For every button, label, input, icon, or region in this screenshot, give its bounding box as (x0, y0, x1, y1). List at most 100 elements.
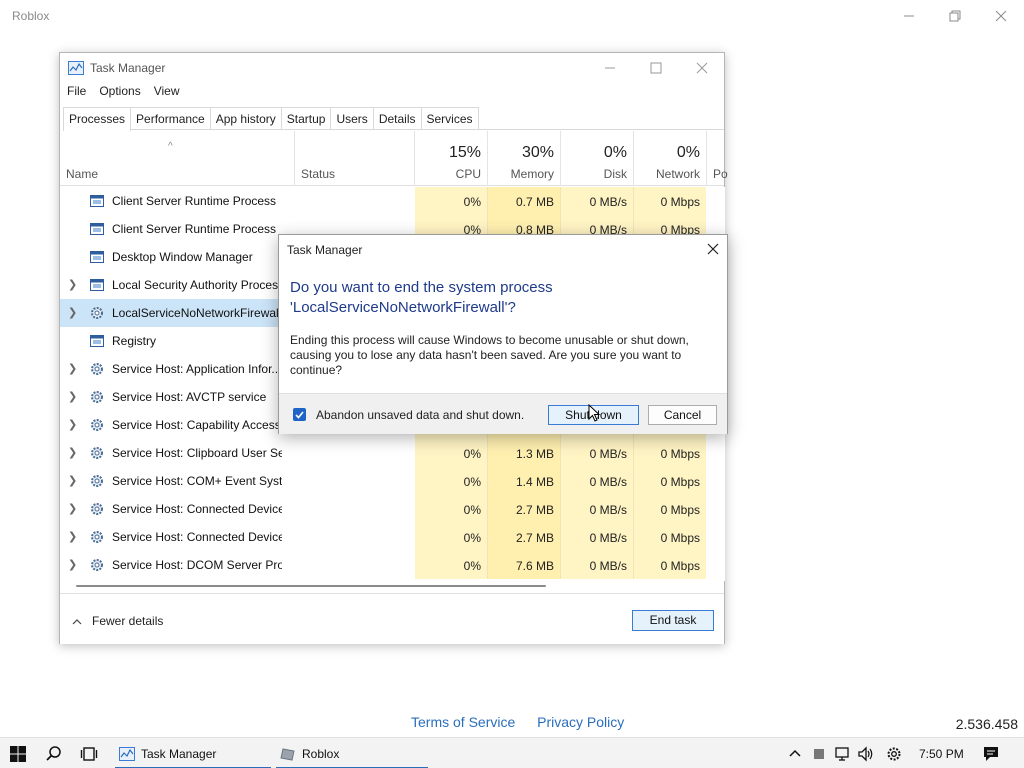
taskbar-clock[interactable]: 7:50 PM (919, 747, 964, 761)
chevron-right-icon[interactable]: ❯ (68, 418, 78, 431)
col-name-header[interactable]: ^ Name (60, 131, 295, 186)
menu-view[interactable]: View (154, 84, 180, 98)
dialog-title: Task Manager (287, 243, 363, 257)
menu-file[interactable]: File (67, 84, 86, 98)
tab-services[interactable]: Services (420, 107, 479, 129)
roblox-close-button[interactable] (978, 0, 1024, 32)
gear-icon[interactable] (885, 745, 903, 763)
search-icon[interactable] (45, 745, 63, 763)
process-name: Service Host: COM+ Event Syste... (112, 474, 282, 488)
tm-maximize-button[interactable] (633, 53, 679, 83)
task-manager-titlebar[interactable]: Task Manager (60, 53, 724, 83)
process-name: Service Host: Connected Device... (112, 530, 282, 544)
power-label: Po (713, 167, 728, 181)
network-icon[interactable] (834, 745, 852, 763)
tab-users[interactable]: Users (330, 107, 374, 129)
roblox-minimize-button[interactable] (886, 0, 932, 32)
gear-icon (89, 417, 105, 433)
process-row[interactable]: ❯ Service Host: Clipboard User Ser... 0% 1.… (60, 439, 706, 467)
process-name: Client Server Runtime Process (112, 222, 277, 236)
window-app-icon (89, 277, 105, 293)
roblox-window-title: Roblox (12, 9, 50, 23)
chevron-right-icon[interactable]: ❯ (68, 446, 78, 459)
disk-cell: 0 MB/s (561, 523, 634, 551)
end-process-dialog: Task Manager Do you want to end the syst… (278, 234, 728, 434)
chevron-right-icon[interactable]: ❯ (68, 502, 78, 515)
process-row[interactable]: Client Server Runtime Process 0% 0.7 MB 0 M… (60, 187, 706, 215)
disk-label: Disk (603, 167, 627, 181)
network-label: Network (655, 167, 700, 181)
process-row[interactable]: ❯ Service Host: COM+ Event Syste... 0% 1.4 … (60, 467, 706, 495)
chevron-right-icon[interactable]: ❯ (68, 306, 78, 319)
taskbar-app-task-manager[interactable]: Task Manager (115, 738, 271, 768)
roblox-footer-links: Terms of Service Privacy Policy (411, 714, 624, 730)
process-name: Service Host: Connected Device... (112, 502, 282, 516)
network-percent: 0% (676, 144, 700, 161)
process-name: LocalServiceNoNetworkFirewall (112, 306, 282, 320)
memory-cell: 2.7 MB (488, 495, 561, 523)
notification-icon[interactable] (982, 745, 1000, 763)
taskbar-app-label: Task Manager (141, 746, 217, 761)
cpu-cell: 0% (415, 495, 488, 523)
windows-start-icon[interactable] (9, 745, 27, 763)
abandon-data-checkbox[interactable] (293, 408, 306, 421)
end-task-button[interactable]: End task (632, 610, 714, 631)
privacy-policy-link[interactable]: Privacy Policy (537, 714, 624, 730)
network-cell: 0 Mbps (634, 439, 706, 467)
tm-close-button[interactable] (679, 53, 725, 83)
gear-icon (89, 501, 105, 517)
fewer-details-button[interactable]: Fewer details (72, 614, 163, 628)
chevron-right-icon[interactable]: ❯ (68, 558, 78, 571)
volume-icon[interactable] (857, 745, 875, 763)
cpu-cell: 0% (415, 551, 488, 579)
cpu-cell: 0% (415, 467, 488, 495)
process-row[interactable]: ❯ Service Host: Connected Device... 0% 2.7 … (60, 523, 706, 551)
usb-device-icon[interactable] (810, 745, 828, 763)
horizontal-scrollbar[interactable] (76, 585, 546, 587)
col-cpu-header[interactable]: 15% CPU (415, 131, 488, 186)
cancel-button[interactable]: Cancel (648, 405, 717, 425)
window-app-icon (89, 333, 105, 349)
task-manager-icon (68, 61, 84, 75)
col-name-label: Name (66, 167, 99, 181)
tm-minimize-button[interactable] (587, 53, 633, 83)
abandon-data-label[interactable]: Abandon unsaved data and shut down. (316, 408, 524, 422)
dialog-close-button[interactable] (705, 241, 721, 257)
tab-app-history[interactable]: App history (209, 107, 282, 129)
menu-options[interactable]: Options (99, 84, 140, 98)
col-network-header[interactable]: 0% Network (634, 131, 707, 186)
process-name: Service Host: DCOM Server Proc... (112, 558, 282, 572)
taskbar-app-label: Roblox (302, 746, 340, 761)
gear-icon (89, 445, 105, 461)
chevron-right-icon[interactable]: ❯ (68, 278, 78, 291)
chevron-right-icon[interactable]: ❯ (68, 390, 78, 403)
network-cell: 0 Mbps (634, 467, 706, 495)
terms-of-service-link[interactable]: Terms of Service (411, 714, 515, 730)
minimize-icon (605, 67, 615, 69)
chevron-up-icon[interactable] (786, 745, 804, 763)
col-power-header[interactable]: Po (707, 131, 728, 186)
network-cell: 0 Mbps (634, 187, 706, 215)
cpu-cell: 0% (415, 439, 488, 467)
roblox-restore-button[interactable] (932, 0, 978, 32)
restore-icon (949, 10, 961, 22)
chevron-right-icon[interactable]: ❯ (68, 474, 78, 487)
window-app-icon (89, 249, 105, 265)
col-status-header[interactable]: Status (295, 131, 415, 186)
chevron-right-icon[interactable]: ❯ (68, 530, 78, 543)
tab-performance[interactable]: Performance (130, 107, 211, 129)
taskbar-app-roblox[interactable]: Roblox (276, 738, 428, 768)
chevron-right-icon[interactable]: ❯ (68, 362, 78, 375)
tab-processes[interactable]: Processes (63, 107, 132, 131)
task-view-icon[interactable] (80, 745, 98, 763)
tab-details[interactable]: Details (372, 107, 422, 129)
memory-cell: 2.7 MB (488, 523, 561, 551)
memory-cell: 1.4 MB (488, 467, 561, 495)
tm-menubar: File Options View (67, 84, 180, 98)
tab-startup[interactable]: Startup (280, 107, 332, 129)
col-memory-header[interactable]: 30% Memory (488, 131, 561, 186)
col-disk-header[interactable]: 0% Disk (561, 131, 634, 186)
process-row[interactable]: ❯ Service Host: DCOM Server Proc... 0% 7.6 … (60, 551, 706, 579)
process-row[interactable]: ❯ Service Host: Connected Device... 0% 2.7 … (60, 495, 706, 523)
process-name: Service Host: Clipboard User Ser... (112, 446, 282, 460)
